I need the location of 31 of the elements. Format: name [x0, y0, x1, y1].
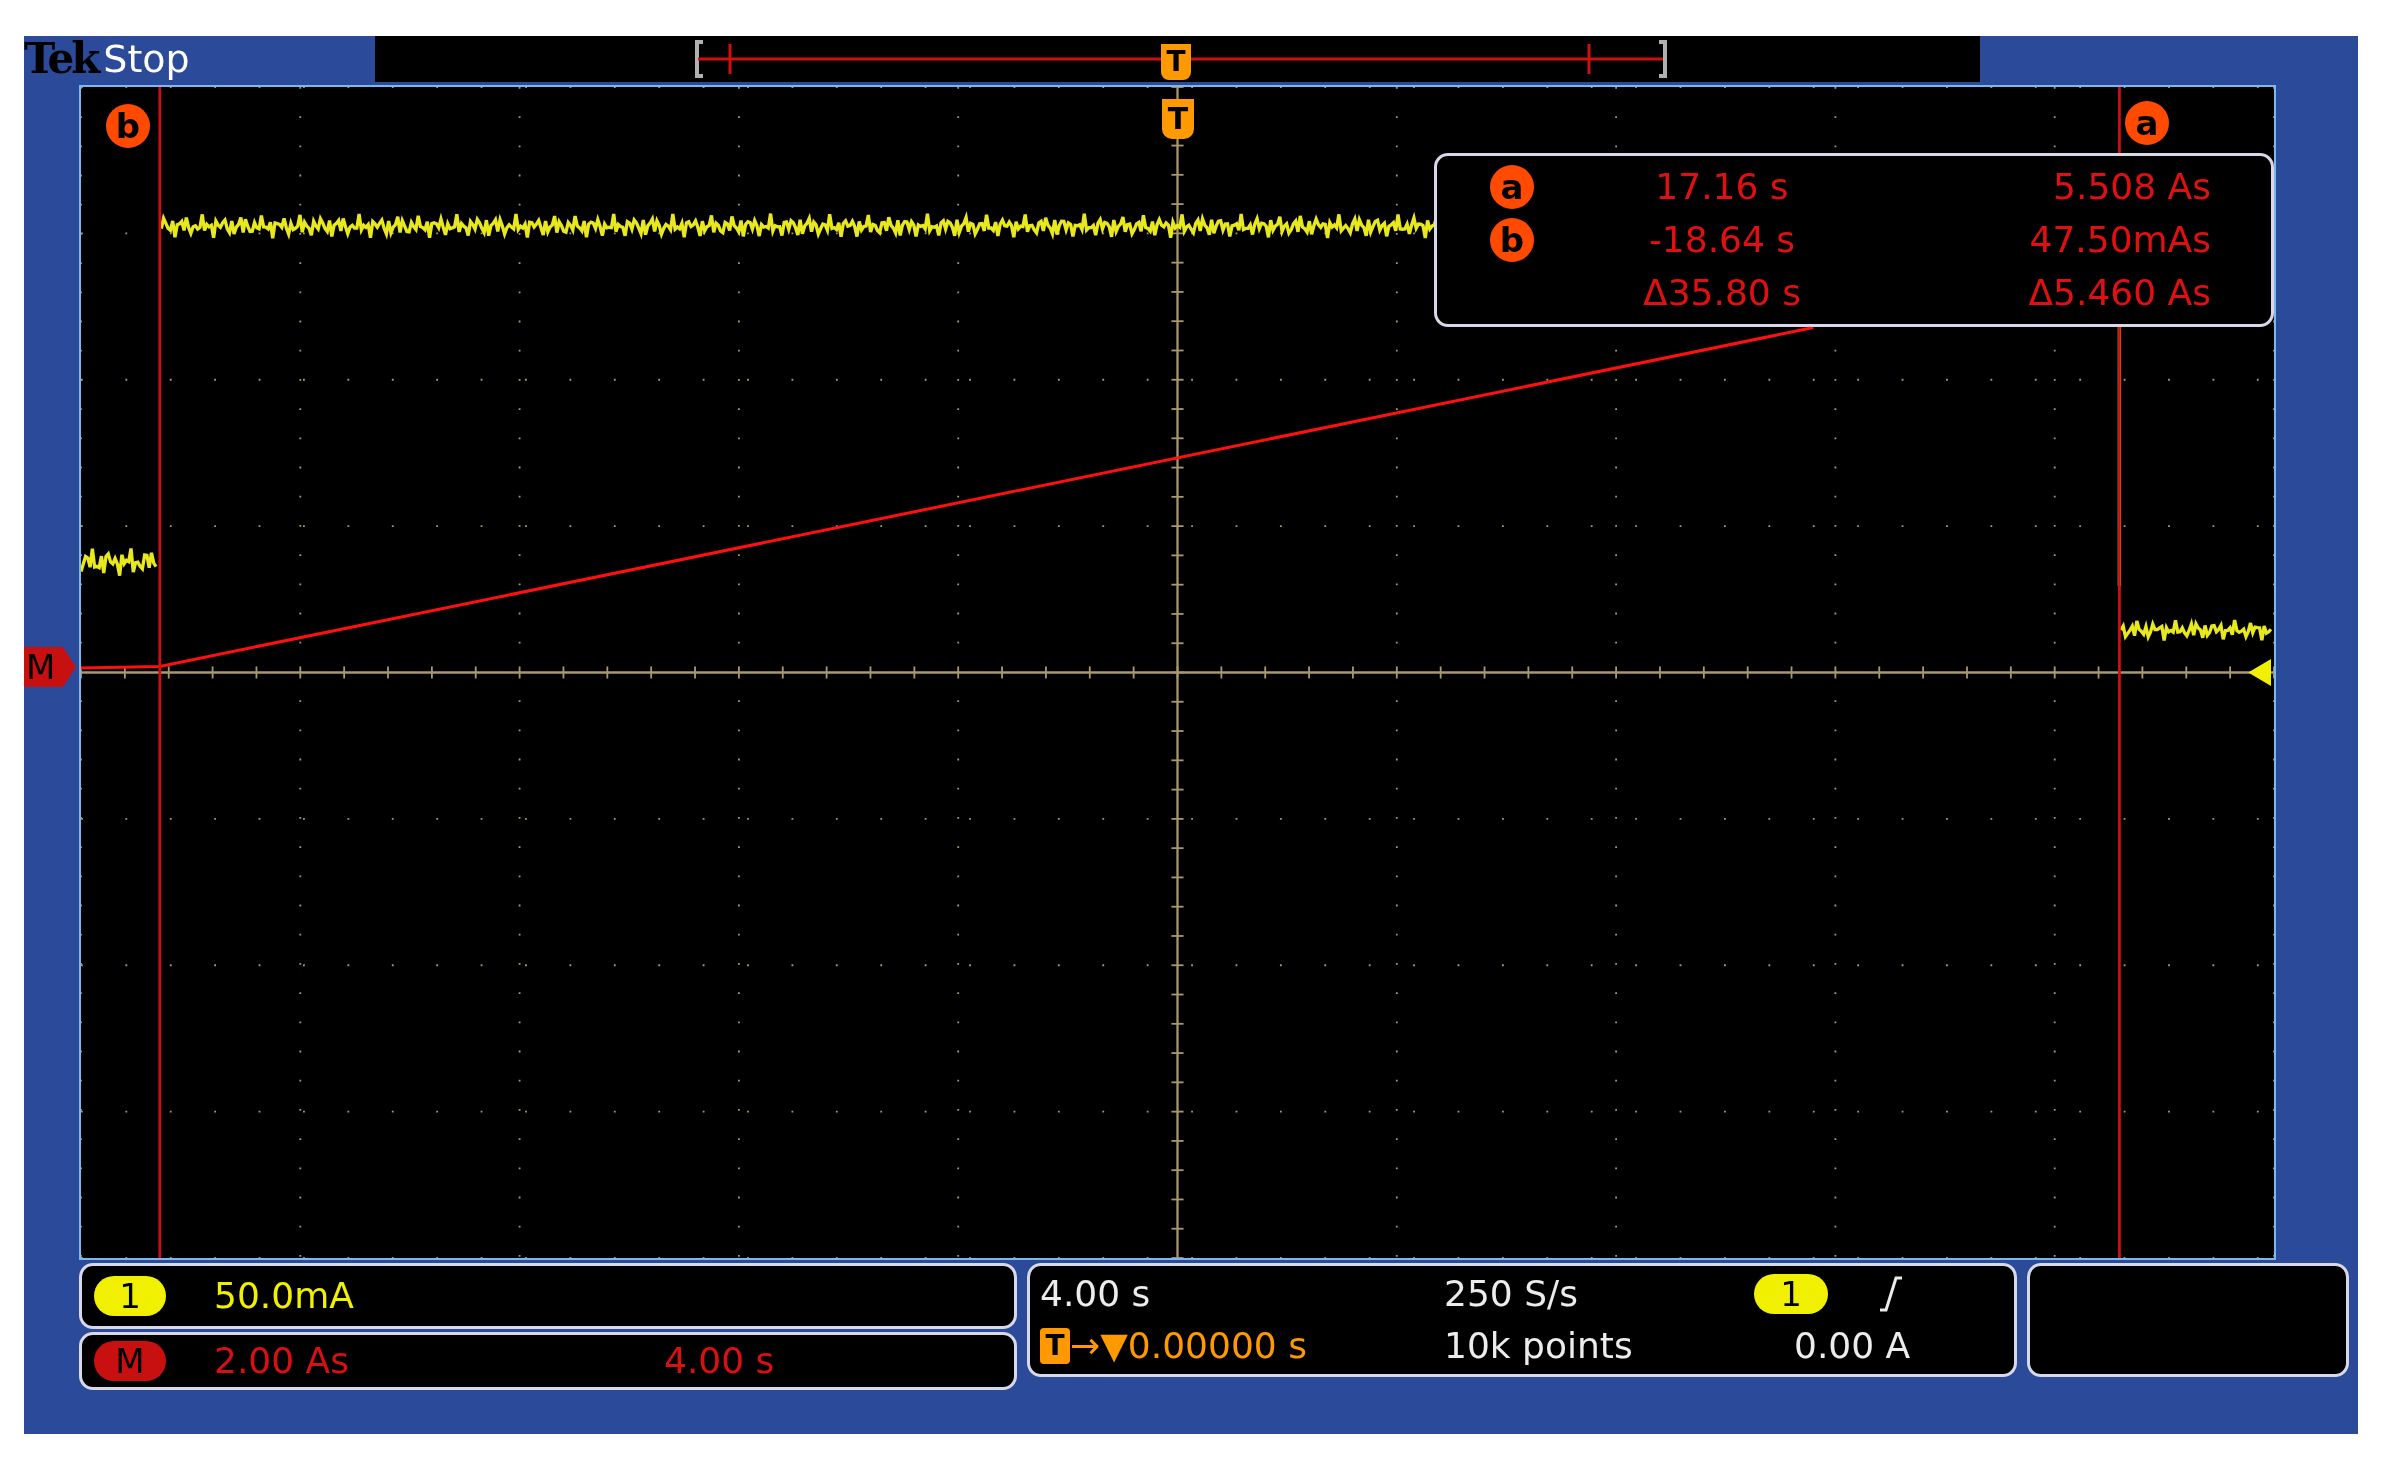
- trigger-position: →▼0.00000 s: [1070, 1328, 1307, 1364]
- reference-marker: M: [24, 647, 76, 687]
- cursor-time: -18.64 s: [1647, 222, 1797, 258]
- sample-rate: 250 S/s: [1444, 1276, 1579, 1312]
- vertical-scale: 50.0mA: [214, 1278, 355, 1314]
- cursor-marker: b: [1490, 218, 1534, 262]
- vertical-scale: 2.00 As: [214, 1343, 350, 1379]
- trigger-level-icon: [2248, 658, 2271, 687]
- trigger-level: 0.00 A: [1794, 1328, 1911, 1364]
- channel-badge: M: [94, 1341, 166, 1381]
- trigger-position-badge: T: [1040, 1328, 1070, 1364]
- channel-readout-panel[interactable]: M 2.00 As 4.00 s: [79, 1332, 1017, 1390]
- cursor-value: Δ5.460 As: [2028, 275, 2211, 312]
- cursor-time: 17.16 s: [1654, 168, 1790, 205]
- rising-edge-icon: [1878, 1276, 1904, 1312]
- acquisition-status: Stop: [103, 40, 190, 78]
- horizontal-scale: 4.00 s: [1040, 1276, 1152, 1312]
- record-length: 10k points: [1444, 1328, 1634, 1364]
- cursor-value: 5.508 As: [2053, 168, 2211, 205]
- trigger-source-badge: 1: [1754, 1274, 1828, 1314]
- cursor-marker: b: [106, 104, 150, 148]
- cursor-value: 47.50mAs: [2029, 222, 2211, 258]
- cursor-marker: a: [1490, 164, 1534, 209]
- brand-logo: Tek: [24, 38, 98, 80]
- cursor-marker: a: [2125, 101, 2169, 145]
- trigger-marker: T: [1162, 99, 1194, 139]
- cursor-time: Δ35.80 s: [1642, 275, 1802, 312]
- channel-badge: 1: [94, 1276, 166, 1316]
- channel-readout-panel[interactable]: 1 50.0mA: [79, 1263, 1017, 1329]
- math-timebase: 4.00 s: [664, 1343, 775, 1379]
- trigger-marker: T: [1161, 44, 1191, 80]
